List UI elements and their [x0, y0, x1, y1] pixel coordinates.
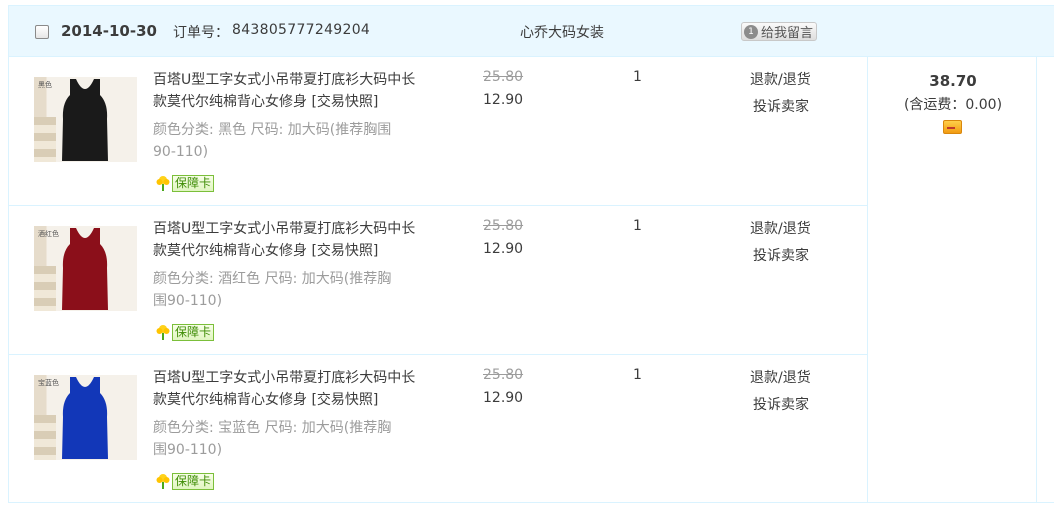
current-price: 12.90 — [483, 92, 524, 108]
guarantee-card-badge[interactable]: 保障卡 — [155, 174, 215, 192]
guarantee-card-badge[interactable]: 保障卡 — [155, 472, 215, 490]
order-checkbox[interactable] — [35, 25, 49, 39]
quantity: 1 — [633, 367, 642, 383]
message-count-icon: 1 — [744, 24, 758, 39]
quantity: 1 — [633, 69, 642, 85]
tank-top-icon — [62, 79, 108, 161]
refund-return-link[interactable]: 退款/退货 — [750, 367, 811, 387]
order-item-row: 黑色 百塔U型工字女式小吊带夏打底衫大码中长款莫代尔纯棉背心女修身 [交易快照]… — [9, 57, 867, 206]
product-title-link[interactable]: 百塔U型工字女式小吊带夏打底衫大码中长款莫代尔纯棉背心女修身 [交易快照] — [153, 218, 423, 262]
tank-top-icon — [62, 228, 108, 310]
order-item-row: 宝蓝色 百塔U型工字女式小吊带夏打底衫大码中长款莫代尔纯棉背心女修身 [交易快照… — [9, 355, 867, 504]
order-number: 843805777249204 — [232, 22, 371, 38]
order-items: 黑色 百塔U型工字女式小吊带夏打底衫大码中长款莫代尔纯棉背心女修身 [交易快照]… — [9, 57, 867, 504]
guarantee-card-label: 保障卡 — [172, 323, 215, 341]
shop-name-link[interactable]: 心乔大码女装 — [520, 22, 604, 42]
original-price: 25.80 — [483, 69, 524, 85]
quantity: 1 — [633, 218, 642, 234]
sku-line-1: 颜色分类: 宝蓝色 尺码: 加大码(推荐胸 — [153, 420, 392, 436]
product-thumbnail[interactable]: 黑色 — [34, 77, 137, 162]
refund-return-link[interactable]: 退款/退货 — [750, 218, 811, 238]
current-price: 12.90 — [483, 241, 524, 257]
leave-message-label: 给我留言 — [761, 26, 814, 41]
thumbnail-color-tag: 黑色 — [38, 81, 52, 89]
current-price: 12.90 — [483, 390, 524, 406]
complain-seller-link[interactable]: 投诉卖家 — [753, 394, 809, 414]
product-thumbnail[interactable]: 宝蓝色 — [34, 375, 137, 460]
trade-snapshot-link[interactable]: [交易快照] — [311, 243, 378, 259]
sku-line-1: 颜色分类: 酒红色 尺码: 加大码(推荐胸 — [153, 271, 392, 287]
flower-icon — [156, 474, 170, 489]
complain-seller-link[interactable]: 投诉卖家 — [753, 96, 809, 116]
order-total: 38.70 — [929, 72, 977, 90]
order-number-label: 订单号： — [173, 25, 229, 41]
guarantee-card-label: 保障卡 — [172, 472, 215, 490]
guarantee-card-badge[interactable]: 保障卡 — [155, 323, 215, 341]
product-thumbnail[interactable]: 酒红色 — [34, 226, 137, 311]
order-header: 2014-10-30 订单号： 843805777249204 心乔大码女装 1… — [9, 6, 1054, 57]
product-sku: 颜色分类: 宝蓝色 尺码: 加大码(推荐胸 围90-110) — [153, 417, 418, 461]
product-sku: 颜色分类: 酒红色 尺码: 加大码(推荐胸 围90-110) — [153, 268, 418, 312]
original-price: 25.80 — [483, 218, 524, 234]
order-item-row: 酒红色 百塔U型工字女式小吊带夏打底衫大码中长款莫代尔纯棉背心女修身 [交易快照… — [9, 206, 867, 355]
order-total-column: 38.70 (含运费：0.00) — [867, 57, 1037, 503]
product-title-link[interactable]: 百塔U型工字女式小吊带夏打底衫大码中长款莫代尔纯棉背心女修身 [交易快照] — [153, 69, 423, 113]
trade-snapshot-link[interactable]: [交易快照] — [311, 392, 378, 408]
order-card: 2014-10-30 订单号： 843805777249204 心乔大码女装 1… — [8, 5, 1054, 503]
shipping-fee: (含运费：0.00) — [903, 97, 1003, 113]
sku-line-2: 围90-110) — [153, 442, 223, 458]
order-date: 2014-10-30 — [61, 22, 157, 40]
sku-line-1: 颜色分类: 黑色 尺码: 加大码(推荐胸围 — [153, 122, 392, 138]
sku-line-2: 围90-110) — [153, 293, 223, 309]
trade-snapshot-link[interactable]: [交易快照] — [311, 94, 378, 110]
sku-line-2: 90-110) — [153, 144, 209, 160]
credit-card-icon[interactable] — [943, 120, 962, 134]
complain-seller-link[interactable]: 投诉卖家 — [753, 245, 809, 265]
tank-top-icon — [62, 377, 108, 459]
product-sku: 颜色分类: 黑色 尺码: 加大码(推荐胸围 90-110) — [153, 119, 418, 163]
refund-return-link[interactable]: 退款/退货 — [750, 69, 811, 89]
guarantee-card-label: 保障卡 — [172, 174, 215, 192]
flower-icon — [156, 325, 170, 340]
flower-icon — [156, 176, 170, 191]
leave-message-button[interactable]: 1 给我留言 — [741, 22, 818, 41]
product-title-link[interactable]: 百塔U型工字女式小吊带夏打底衫大码中长款莫代尔纯棉背心女修身 [交易快照] — [153, 367, 423, 411]
original-price: 25.80 — [483, 367, 524, 383]
